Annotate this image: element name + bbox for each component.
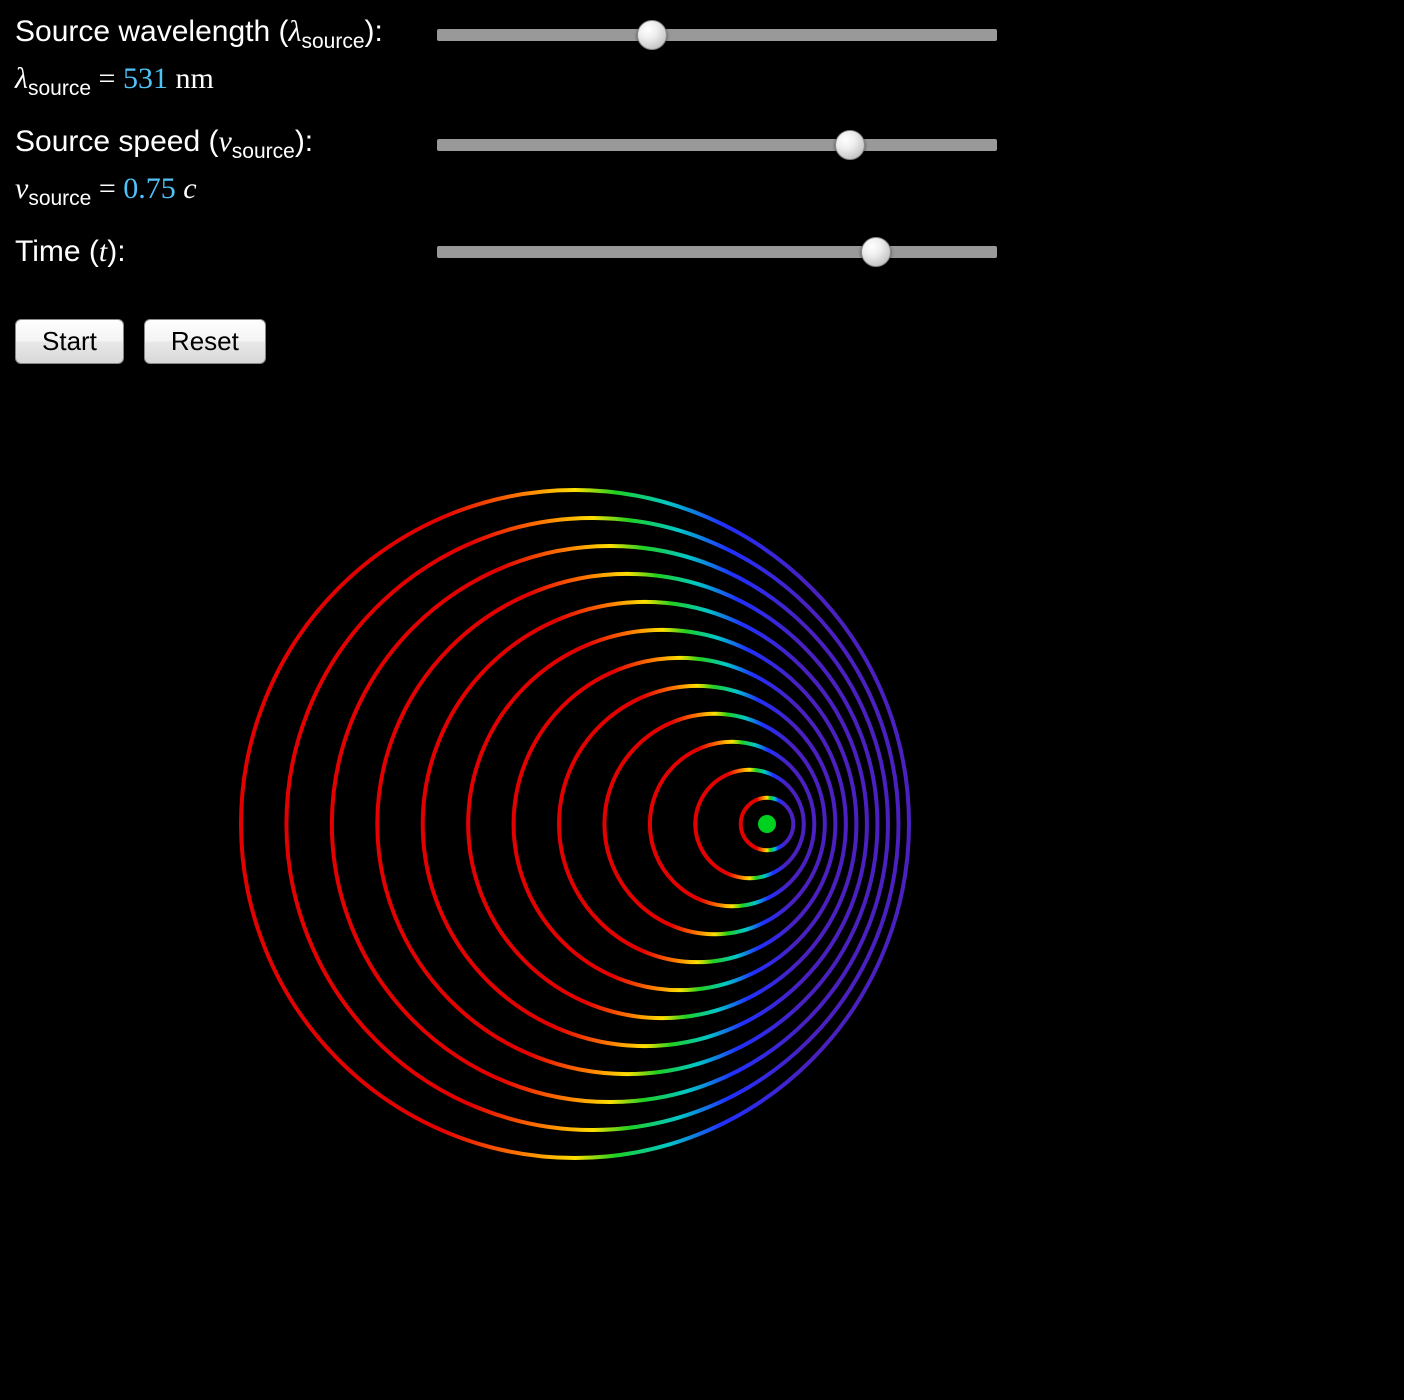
time-label-suffix: ): [107,235,125,268]
wavelength-label-prefix: Source wavelength ( [15,15,289,48]
speed-slider[interactable] [437,139,997,151]
wavelength-control-row: Source wavelength (λsource): [15,15,1389,54]
wavefront-ring [695,770,803,878]
wavefront-ring [423,602,867,1046]
wavelength-label-suffix: ): [365,15,383,48]
time-slider[interactable] [437,246,997,258]
speed-value-var: v [15,172,28,205]
speed-value-number: 0.75 [123,172,176,205]
speed-value-row: vsource = 0.75 c [15,172,1389,211]
wavelength-eq: = [91,62,123,95]
speed-label-prefix: Source speed ( [15,125,218,158]
time-control-row: Time (t): [15,235,1389,269]
time-label-prefix: Time ( [15,235,99,268]
time-label: Time (t): [15,235,435,269]
doppler-svg [215,424,1015,1224]
wavelength-label-sub: source [302,30,365,53]
wavefront-ring [241,490,909,1158]
speed-control-row: Source speed (vsource): [15,125,1389,164]
speed-label: Source speed (vsource): [15,125,435,164]
time-slider-wrap [435,244,999,260]
wavelength-value-unit: nm [168,62,214,95]
wavelength-value-var: λ [15,62,28,95]
wavelength-value-row: λsource = 531 nm [15,62,1389,101]
wavelength-label-var: λ [289,15,302,48]
wavelength-slider-wrap [435,27,999,43]
doppler-visualization [15,424,1389,1224]
wavefront-ring [468,630,856,1018]
reset-button[interactable]: Reset [144,319,266,364]
speed-slider-wrap [435,137,999,153]
button-row: Start Reset [15,319,1389,364]
wavefront-ring [650,742,814,906]
source-marker [758,815,776,833]
speed-value-unit: c [176,172,197,205]
speed-label-var: v [218,125,231,158]
wavefront-ring [514,658,846,990]
speed-value-sub: source [28,187,91,210]
speed-label-sub: source [232,140,295,163]
wavelength-value-number: 531 [123,62,168,95]
wavelength-slider[interactable] [437,29,997,41]
speed-label-suffix: ): [295,125,313,158]
wavelength-value-sub: source [28,77,91,100]
time-label-var: t [99,235,107,268]
speed-eq: = [91,172,123,205]
wavelength-label: Source wavelength (λsource): [15,15,435,54]
start-button[interactable]: Start [15,319,124,364]
